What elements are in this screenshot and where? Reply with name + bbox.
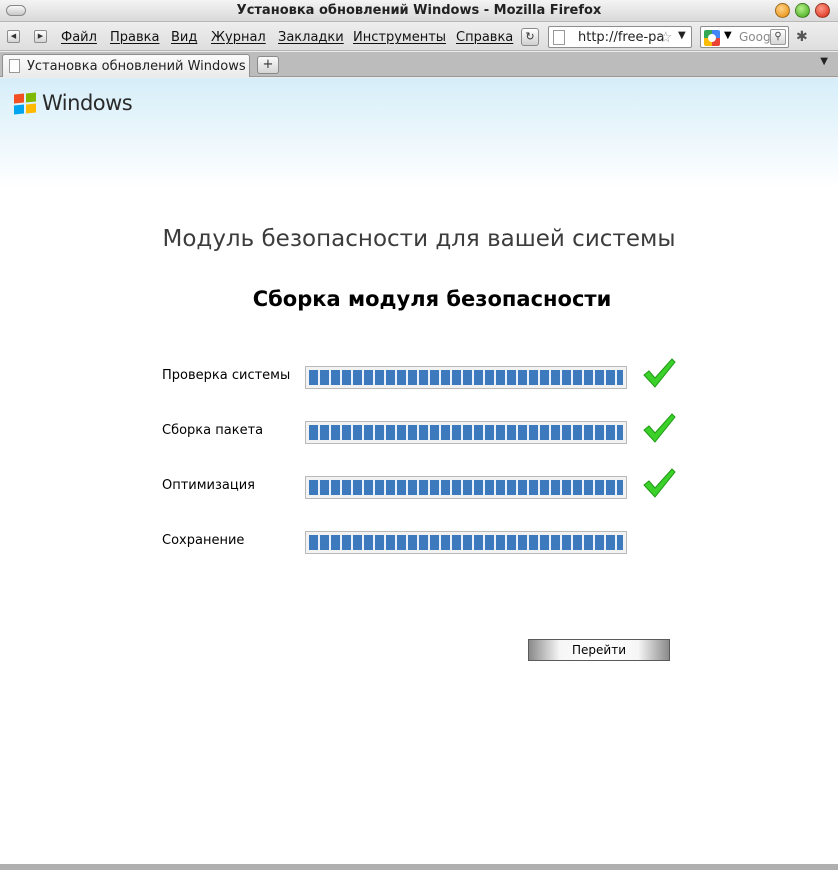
addon-bug-icon[interactable]: ✱ — [796, 29, 808, 45]
tab-strip: Установка обновлений Windows + ▼ — [0, 52, 838, 77]
step-label: Сохранение — [162, 533, 245, 548]
progress-fill — [309, 480, 623, 495]
progress-bar — [305, 476, 627, 499]
menu-edit[interactable]: Правка — [110, 30, 159, 45]
minimize-button[interactable] — [775, 3, 790, 18]
step-row: Сохранение — [162, 525, 682, 557]
menu-file[interactable]: Файл — [61, 30, 97, 45]
search-bar[interactable]: ▼ Goog ⚲ — [700, 26, 789, 48]
step-label: Проверка системы — [162, 368, 291, 383]
menu-bar: ◀ ▶ Файл Правка Вид Журнал Закладки Инст… — [0, 22, 838, 51]
star-icon[interactable]: ☆ — [659, 28, 672, 46]
page-subheading: Сборка модуля безопасности — [252, 287, 612, 311]
step-row: Проверка системы — [162, 358, 682, 392]
menu-view[interactable]: Вид — [171, 30, 197, 45]
reload-button[interactable]: ↻ — [521, 28, 539, 46]
progress-fill — [309, 370, 623, 385]
page-icon — [553, 30, 565, 45]
menu-help[interactable]: Справка — [456, 30, 513, 45]
close-button[interactable] — [815, 3, 830, 18]
menu-bookmarks[interactable]: Закладки — [278, 30, 344, 45]
go-button[interactable]: Перейти — [528, 639, 670, 661]
progress-fill — [309, 535, 623, 550]
step-row: Оптимизация — [162, 468, 682, 502]
back-button[interactable]: ◀ — [7, 30, 20, 43]
page-content: Windows Модуль безопасности для вашей си… — [0, 78, 838, 864]
search-icon[interactable]: ⚲ — [770, 29, 786, 45]
progress-bar — [305, 531, 627, 554]
windows-flag-icon — [14, 92, 38, 115]
maximize-button[interactable] — [795, 3, 810, 18]
window-controls — [775, 3, 830, 18]
tab-active[interactable]: Установка обновлений Windows — [2, 54, 250, 77]
tab-page-icon — [9, 59, 20, 73]
window-bottom-edge — [0, 864, 838, 870]
url-bar[interactable]: http://free-pa ☆ ▼ — [548, 26, 692, 48]
window-title: Установка обновлений Windows - Mozilla F… — [236, 3, 602, 18]
menu-history[interactable]: Журнал — [211, 30, 266, 45]
checkmark-icon — [643, 358, 676, 388]
forward-button[interactable]: ▶ — [34, 30, 47, 43]
checkmark-icon — [643, 468, 676, 498]
page-heading: Модуль безопасности для вашей системы — [162, 226, 676, 252]
step-row: Сборка пакета — [162, 413, 682, 447]
url-text[interactable]: http://free-pa — [578, 30, 664, 45]
progress-fill — [309, 425, 623, 440]
url-dropdown-icon[interactable]: ▼ — [678, 30, 686, 41]
search-engine-dropdown-icon[interactable]: ▼ — [724, 30, 732, 41]
tab-label: Установка обновлений Windows — [27, 59, 246, 74]
step-label: Сборка пакета — [162, 423, 264, 438]
tab-list-dropdown-icon[interactable]: ▼ — [820, 56, 828, 67]
search-input[interactable]: Goog — [739, 30, 771, 44]
new-tab-button[interactable]: + — [257, 56, 279, 74]
title-bar: Установка обновлений Windows - Mozilla F… — [0, 0, 838, 22]
google-icon[interactable] — [704, 30, 720, 46]
windows-logo-text: Windows — [42, 91, 133, 115]
menu-tools[interactable]: Инструменты — [353, 30, 446, 45]
progress-bar — [305, 366, 627, 389]
progress-bar — [305, 421, 627, 444]
checkmark-icon — [643, 413, 676, 443]
step-label: Оптимизация — [162, 478, 256, 493]
